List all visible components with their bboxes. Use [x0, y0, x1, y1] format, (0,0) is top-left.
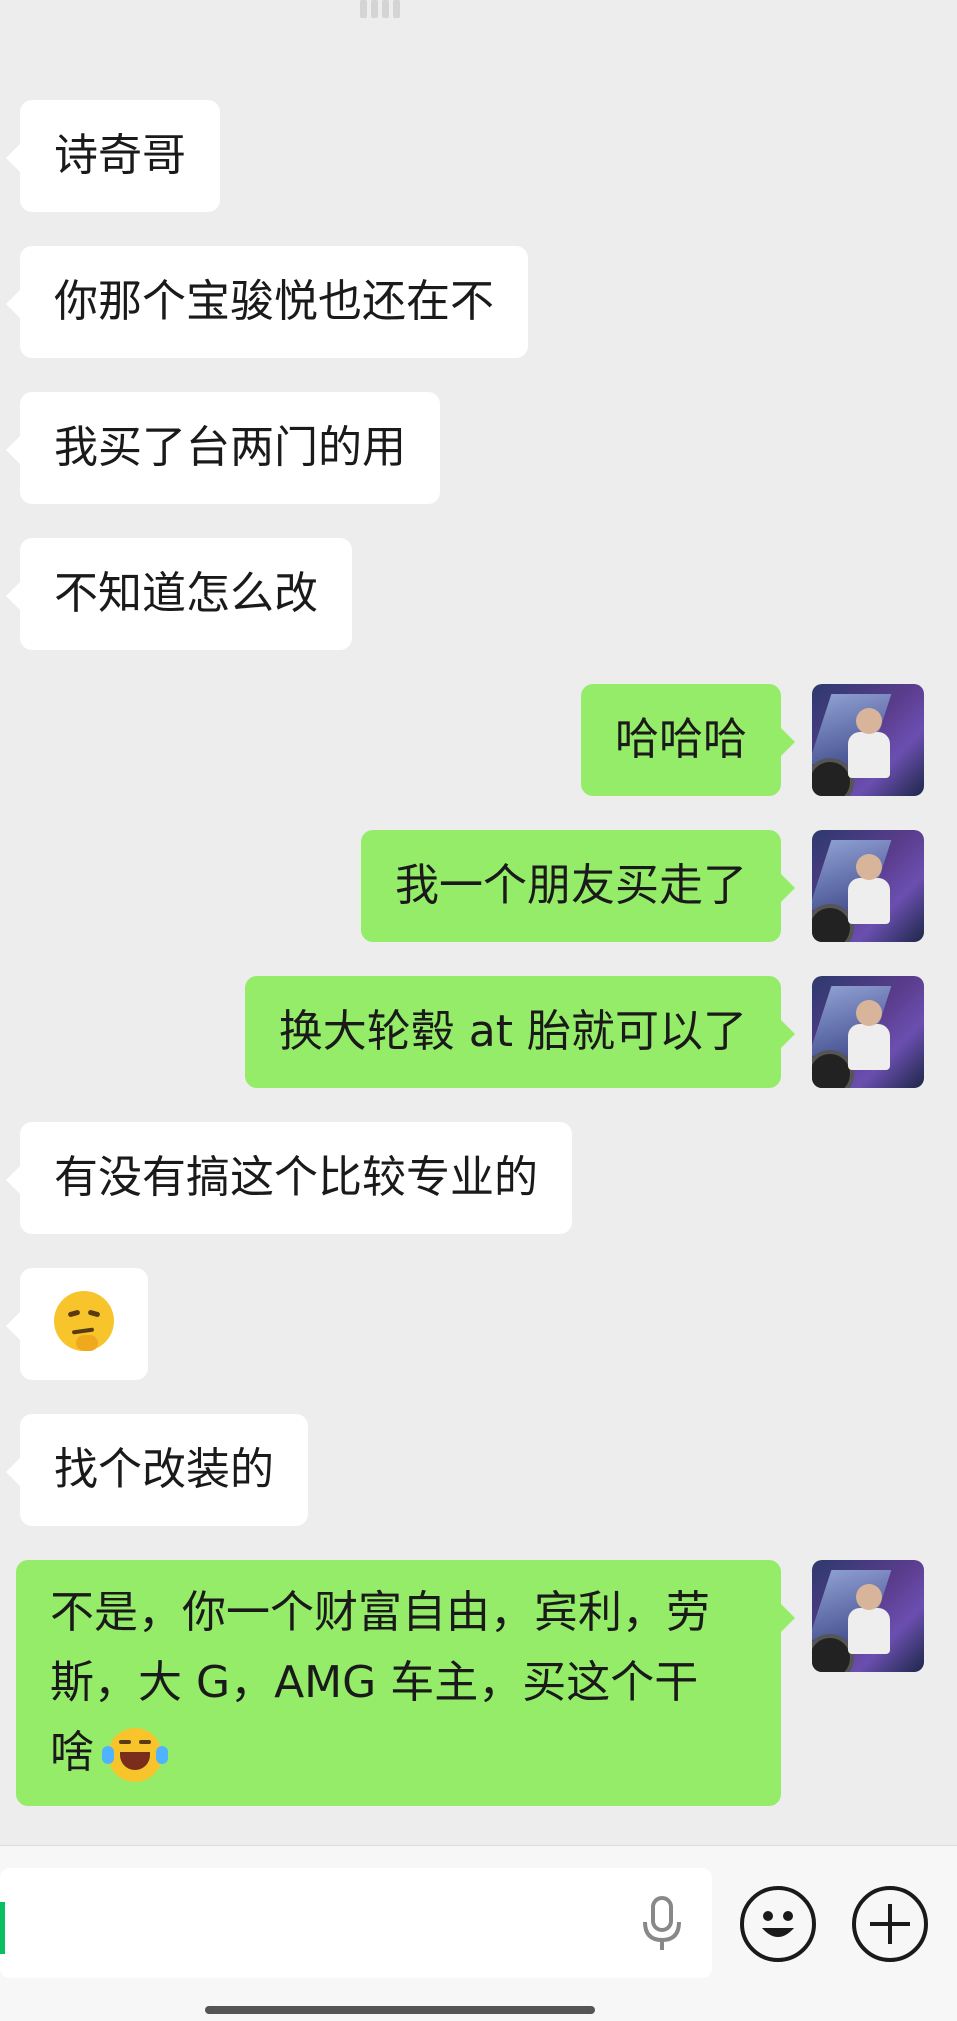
message-text: 我一个朋友买走了 [395, 860, 747, 911]
message-bubble-incoming[interactable]: 我买了台两门的用 [6, 392, 440, 504]
message-text: 不知道怎么改 [54, 568, 318, 619]
chat-message-list[interactable]: 诗奇哥 你那个宝骏悦也还在不 我买了台两门的用 不知道怎么改 哈哈哈 我一个朋友… [0, 0, 957, 1845]
avatar[interactable] [812, 1560, 924, 1672]
avatar[interactable] [812, 976, 924, 1088]
message-input[interactable] [0, 1868, 712, 1978]
message-line: 不是，你一个财富自由，宾利，劳 [50, 1587, 710, 1638]
home-indicator [205, 2006, 595, 2014]
message-bubble-incoming[interactable] [6, 1268, 148, 1380]
message-text: 哈哈哈 [615, 714, 747, 765]
avatar[interactable] [812, 830, 924, 942]
message-bubble-incoming[interactable]: 不知道怎么改 [6, 538, 352, 650]
thinking-face-icon [54, 1291, 114, 1351]
plus-icon[interactable] [852, 1886, 928, 1962]
message-bubble-incoming[interactable]: 诗奇哥 [6, 100, 220, 212]
message-line: 斯，大 G，AMG 车主，买这个干 [50, 1657, 699, 1708]
message-text: 换大轮毂 at 胎就可以了 [278, 1006, 747, 1057]
tears-of-joy-icon [102, 1728, 168, 1782]
message-bubble-outgoing[interactable]: 不是，你一个财富自由，宾利，劳 斯，大 G，AMG 车主，买这个干 啥 [16, 1560, 795, 1806]
message-line: 啥 [50, 1718, 747, 1788]
message-text: 我买了台两门的用 [54, 422, 406, 473]
input-bar [0, 1845, 957, 2021]
microphone-icon[interactable] [640, 1896, 684, 1952]
message-bubble-outgoing[interactable]: 我一个朋友买走了 [361, 830, 795, 942]
message-text: 你那个宝骏悦也还在不 [54, 276, 494, 327]
message-bubble-incoming[interactable]: 有没有搞这个比较专业的 [6, 1122, 572, 1234]
text-cursor [0, 1902, 5, 1954]
message-bubble-incoming[interactable]: 找个改装的 [6, 1414, 308, 1526]
avatar[interactable] [812, 684, 924, 796]
emoji-icon[interactable] [740, 1886, 816, 1962]
message-bubble-incoming[interactable]: 你那个宝骏悦也还在不 [6, 246, 528, 358]
message-text: 找个改装的 [54, 1444, 274, 1495]
message-bubble-outgoing[interactable]: 换大轮毂 at 胎就可以了 [244, 976, 796, 1088]
message-bubble-outgoing[interactable]: 哈哈哈 [581, 684, 795, 796]
message-text: 诗奇哥 [54, 130, 186, 181]
message-text: 有没有搞这个比较专业的 [54, 1152, 538, 1203]
